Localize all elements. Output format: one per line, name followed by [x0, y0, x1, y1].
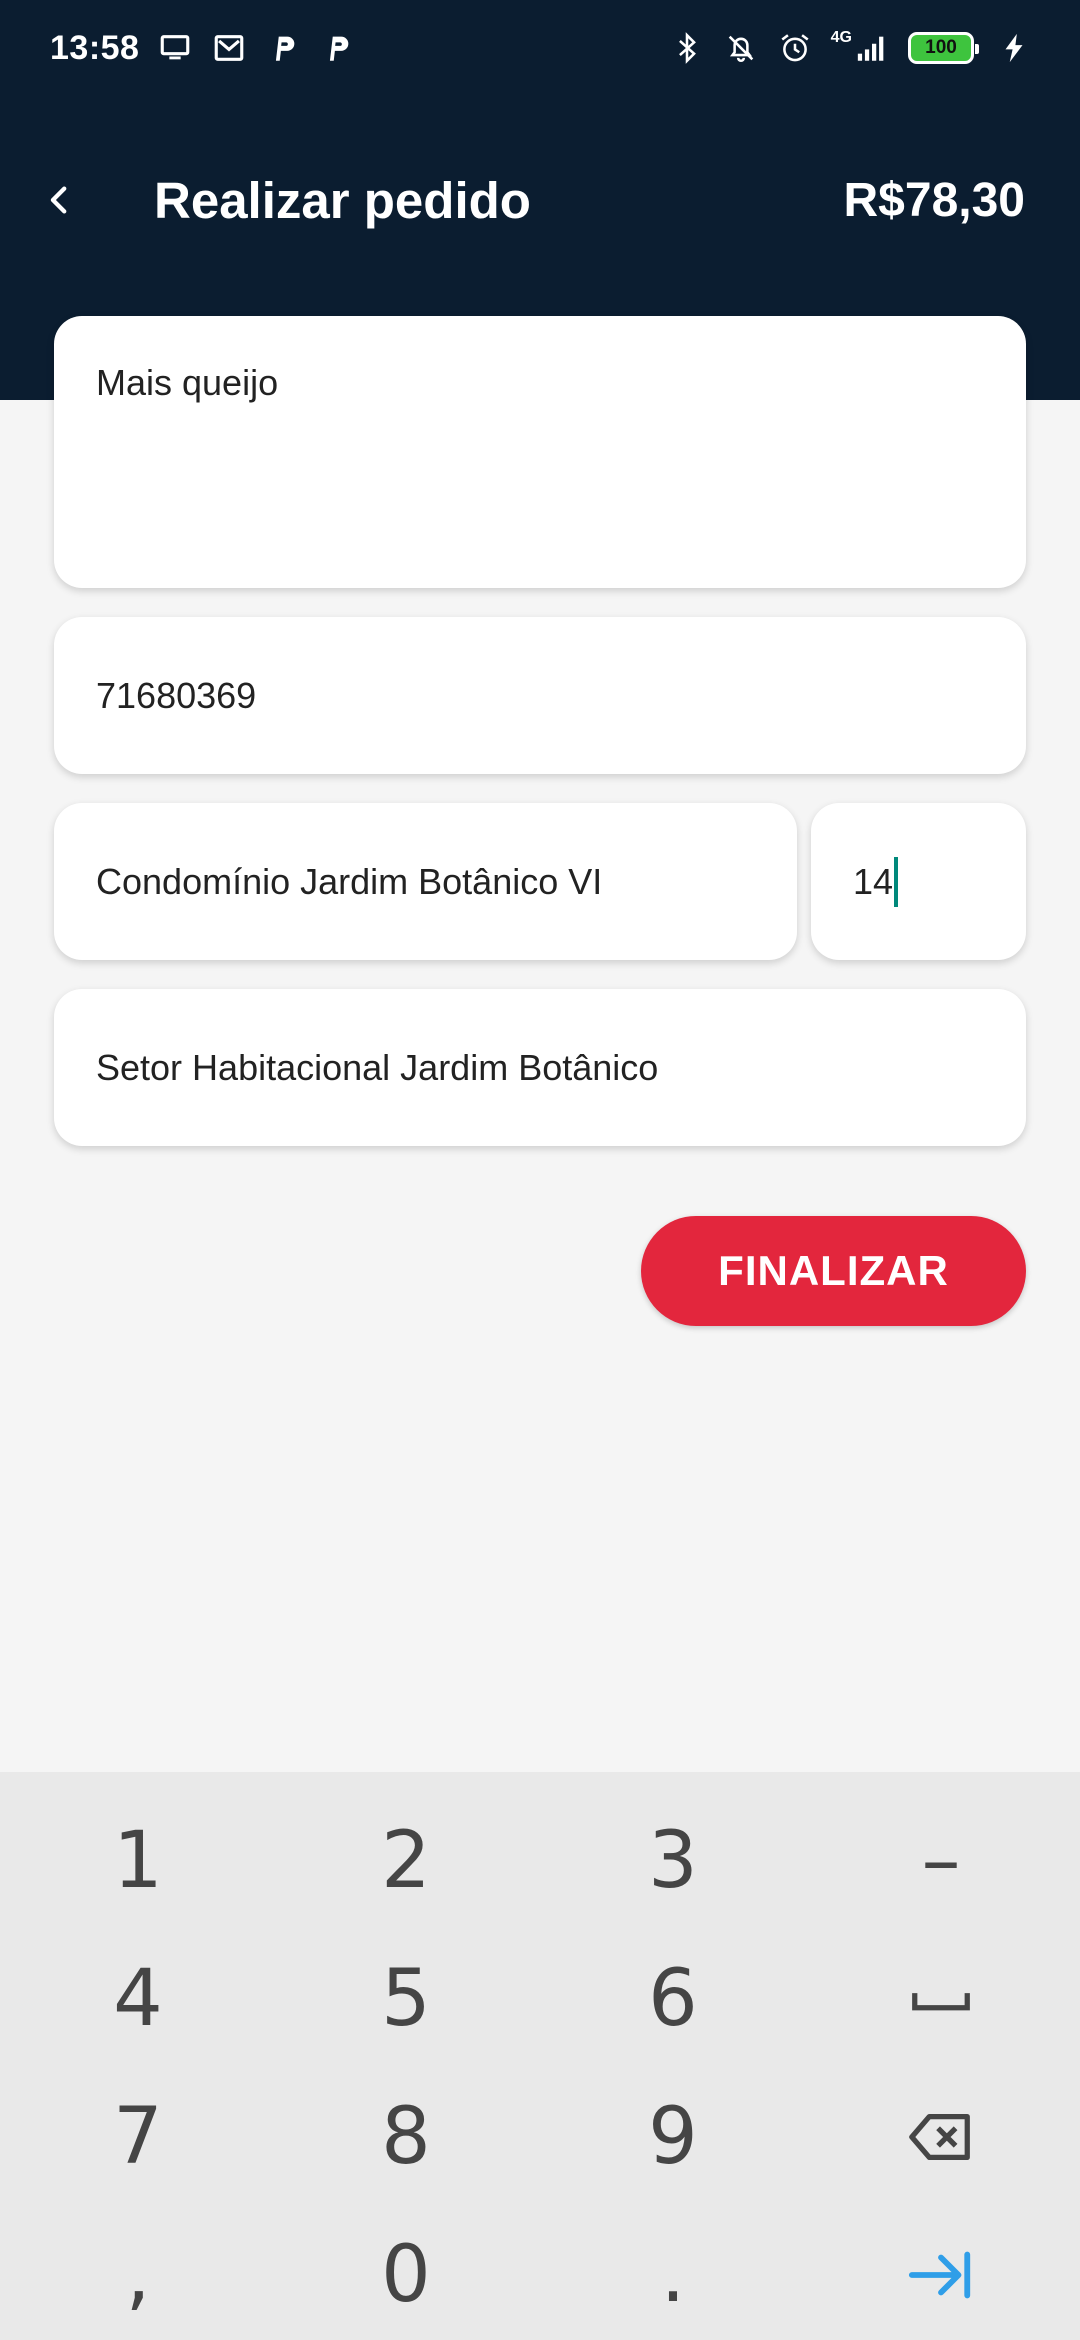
tab-next-icon	[908, 2251, 971, 2299]
space-icon	[912, 1993, 970, 2011]
key-comma[interactable]: ,	[3, 2206, 273, 2340]
number-field[interactable]: 14	[811, 803, 1026, 960]
key-6[interactable]: 6	[538, 1930, 808, 2068]
key-7[interactable]: 7	[3, 2068, 273, 2206]
key-2[interactable]: 2	[271, 1792, 541, 1930]
key-8[interactable]: 8	[271, 2068, 541, 2206]
key-4[interactable]: 4	[3, 1930, 273, 2068]
mail-icon	[211, 30, 247, 66]
neighborhood-field[interactable]: Setor Habitacional Jardim Botânico	[54, 989, 1026, 1146]
network-type-label: 4G	[830, 29, 852, 46]
battery-icon: 100	[908, 32, 979, 64]
finish-button[interactable]: FINALIZAR	[641, 1216, 1026, 1326]
status-bar: 13:58 4G 100	[0, 0, 1080, 96]
neighborhood-value: Setor Habitacional Jardim Botânico	[96, 1046, 659, 1088]
key-1[interactable]: 1	[3, 1792, 273, 1930]
key-0[interactable]: 0	[271, 2206, 541, 2340]
notes-field[interactable]: Mais queijo	[54, 316, 1026, 588]
key-next[interactable]	[806, 2206, 1076, 2340]
cep-field[interactable]: 71680369	[54, 617, 1026, 774]
key-space[interactable]	[806, 1930, 1076, 2068]
status-right: 4G 100	[669, 29, 1032, 66]
address-value: Condomínio Jardim Botânico VI	[96, 860, 603, 902]
chevron-left-icon	[50, 186, 67, 214]
number-value: 14	[853, 860, 894, 902]
key-3[interactable]: 3	[538, 1792, 808, 1930]
key-5[interactable]: 5	[271, 1930, 541, 2068]
key-dash[interactable]: –	[806, 1792, 1076, 1930]
order-total: R$78,30	[843, 173, 1025, 227]
status-time: 13:58	[50, 28, 140, 67]
key-backspace[interactable]	[806, 2068, 1076, 2206]
text-cursor	[894, 856, 899, 907]
mute-icon	[723, 30, 759, 66]
parking-p-icon	[319, 30, 355, 66]
back-button[interactable]	[0, 150, 120, 250]
notes-value: Mais queijo	[96, 362, 279, 403]
address-field[interactable]: Condomínio Jardim Botânico VI	[54, 803, 797, 960]
key-period[interactable]: .	[538, 2206, 808, 2340]
cep-value: 71680369	[96, 674, 257, 716]
page-title: Realizar pedido	[154, 171, 531, 229]
monitor-icon	[157, 30, 193, 66]
battery-level: 100	[925, 37, 957, 58]
key-9[interactable]: 9	[538, 2068, 808, 2206]
numeric-keyboard: 1 2 3 – 4 5 6 7 8 9 , 0 .	[0, 1772, 1080, 2340]
signal-icon	[854, 30, 890, 66]
backspace-icon	[909, 2113, 970, 2161]
app-toolbar: Realizar pedido R$78,30	[0, 150, 1080, 250]
charging-icon	[996, 30, 1032, 66]
bluetooth-icon	[669, 30, 705, 66]
parking-p-icon	[265, 30, 301, 66]
alarm-icon	[777, 30, 813, 66]
status-left: 13:58	[50, 29, 355, 68]
